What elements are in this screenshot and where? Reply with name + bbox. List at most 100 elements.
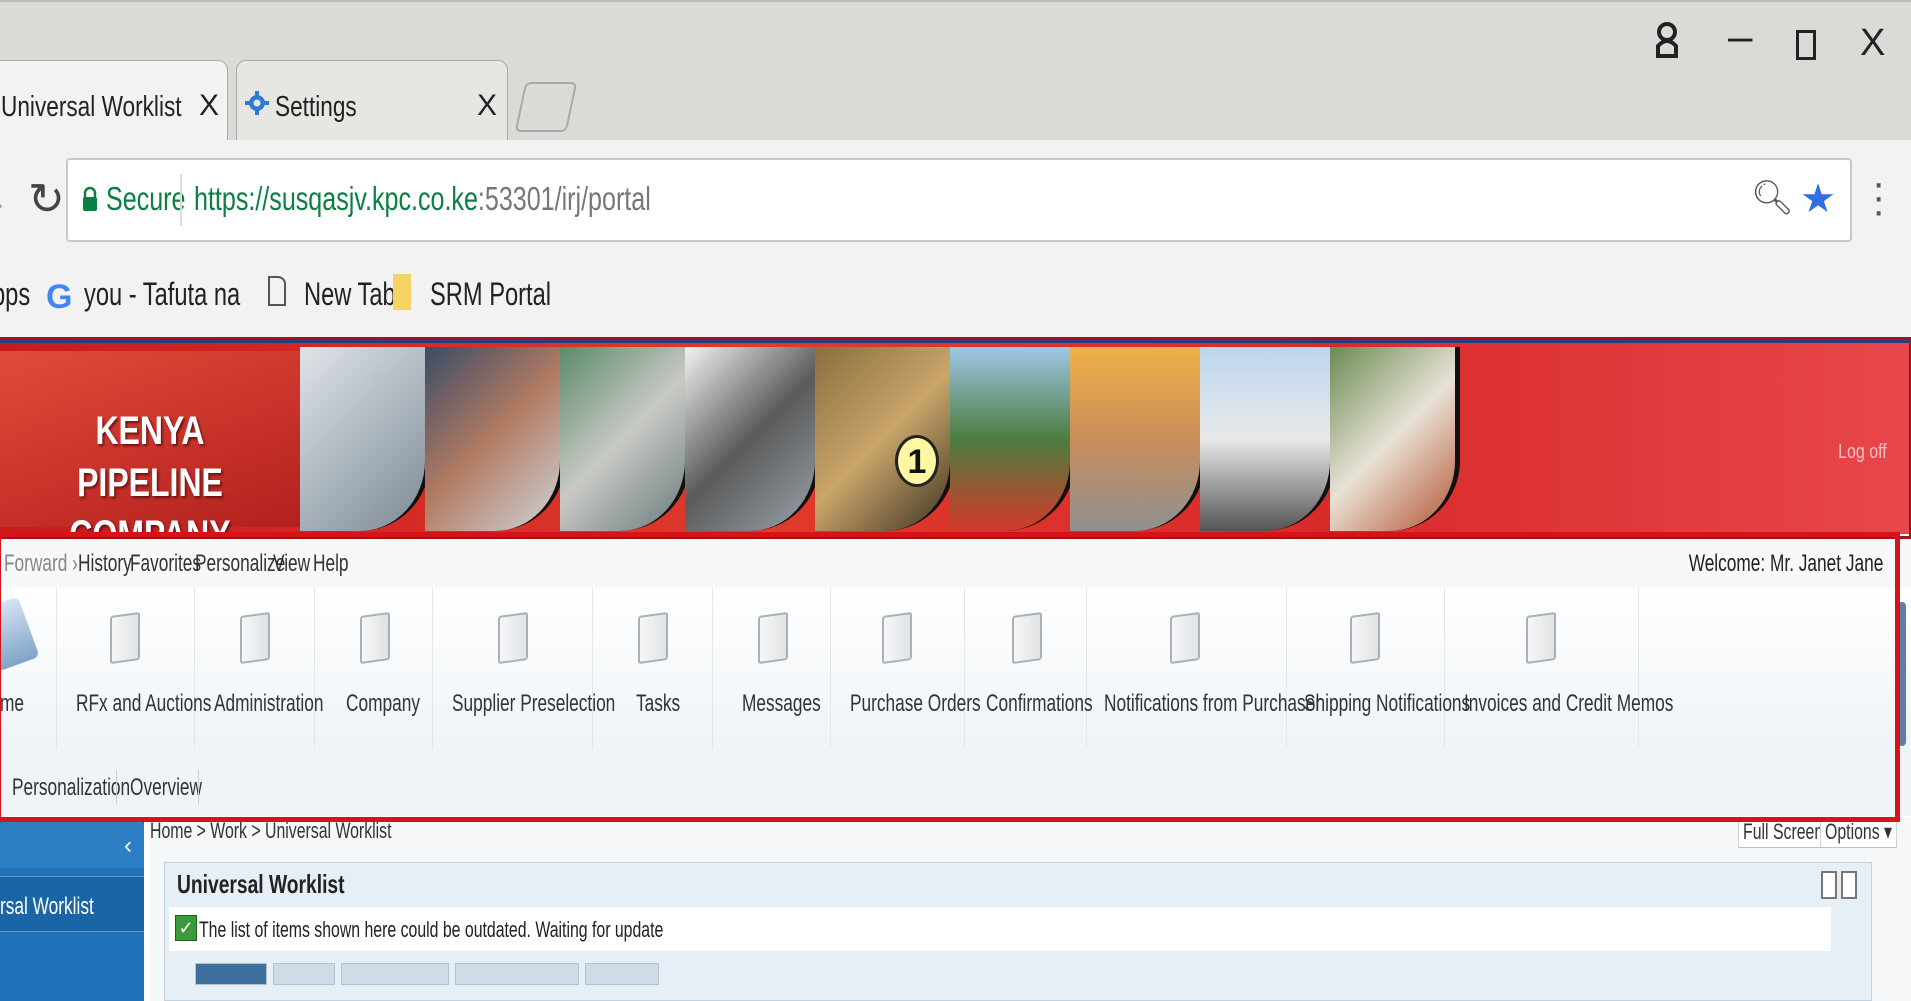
folder-icon: [110, 611, 140, 665]
tab-close-icon[interactable]: X: [199, 89, 219, 123]
bookmarks-bar: pps G you - Tafuta na Goo New Tab SRM Po…: [0, 266, 1911, 340]
nav-item-invoices-and-credit-memos[interactable]: Invoices and Credit Memos: [1444, 588, 1673, 748]
company-logo-area: KENYA PIPELINE COMPANY LTD: [0, 351, 300, 534]
logoff-link[interactable]: Log off: [1838, 441, 1887, 464]
minimize-button[interactable]: –: [1728, 12, 1752, 62]
menu-favorites[interactable]: Favorites: [130, 550, 201, 578]
bookmark-new-tab[interactable]: New Tab: [304, 276, 396, 313]
folder-icon: [1526, 611, 1556, 665]
folder-icon: [1350, 611, 1380, 665]
company-name-line1: KENYA PIPELINE: [77, 409, 223, 505]
folder-icon: [1170, 611, 1200, 665]
bookmark-apps[interactable]: pps: [0, 276, 30, 313]
reload-icon[interactable]: ↻: [28, 174, 65, 225]
worklist-tab[interactable]: [195, 963, 267, 985]
panel-minimize-icon[interactable]: [1841, 871, 1857, 899]
top-level-navigation: me RFx and Auctions Administration Compa…: [0, 588, 1911, 759]
menu-history[interactable]: History: [78, 550, 132, 578]
tab-title: Settings: [275, 91, 357, 123]
breadcrumb[interactable]: Home > Work > Universal Worklist: [150, 818, 391, 844]
tab-settings[interactable]: Settings X: [236, 60, 508, 142]
subnav-divider: [198, 770, 199, 804]
nav-item-label: Invoices and Credit Memos: [1464, 690, 1674, 717]
portal-banner: KENYA PIPELINE COMPANY LTD 1 Log off: [0, 340, 1911, 534]
nav-item-label: Messages: [742, 690, 821, 717]
collapse-arrow-icon[interactable]: ‹: [124, 832, 132, 860]
back-arrow-icon[interactable]: ›: [0, 182, 3, 227]
menu-help[interactable]: Help: [313, 550, 349, 578]
folder-icon: [393, 274, 411, 310]
page-icon: [268, 276, 286, 306]
banner-photo-technician: [425, 347, 565, 531]
nav-item-notifications-from-purchaser[interactable]: Notifications from Purchaser: [1086, 588, 1321, 748]
worklist-tab[interactable]: [341, 963, 449, 985]
url-text[interactable]: https://susqasjv.kpc.co.ke:53301/irj/por…: [194, 180, 651, 218]
folder-icon: [498, 611, 528, 665]
panel-menu-icon[interactable]: [1821, 871, 1837, 899]
nav-item-company[interactable]: Company: [314, 588, 433, 748]
nav-item-rfx-and-auctions[interactable]: RFx and Auctions: [56, 588, 211, 748]
banner-photo-worker: [1330, 347, 1460, 531]
subnav-divider: [116, 770, 117, 804]
user-profile-icon[interactable]: [1656, 22, 1678, 58]
menu-personalize[interactable]: Personalize: [195, 550, 285, 578]
nav-item-tasks[interactable]: Tasks: [592, 588, 713, 748]
company-name: KENYA PIPELINE COMPANY LTD: [46, 405, 254, 534]
callout-marker: 1: [895, 435, 939, 487]
portal-menu-bar: Forward › History Favorites Personalize …: [0, 538, 1911, 588]
browser-toolbar: › ↻ Secure https://susqasjv.kpc.co.ke:53…: [0, 140, 1911, 266]
worklist-tab[interactable]: [273, 963, 335, 985]
nav-item-shipping-notifications[interactable]: Shipping Notifications: [1286, 588, 1470, 748]
universal-worklist-panel: Universal Worklist ✓ The list of items s…: [164, 862, 1872, 1001]
nav-item-purchase-orders[interactable]: Purchase Orders: [830, 588, 981, 748]
url-path: :53301/irj/portal: [477, 180, 651, 217]
options-button[interactable]: Options ▾: [1820, 818, 1898, 848]
menu-forward[interactable]: Forward ›: [4, 550, 78, 578]
folder-icon: [758, 611, 788, 665]
folder-icon: [360, 611, 390, 665]
worklist-tab[interactable]: [455, 963, 579, 985]
url-host: https://susqasjv.kpc.co.ke: [194, 180, 478, 217]
folder-icon: [240, 611, 270, 665]
detail-nav-item-universal-worklist[interactable]: rsal Worklist: [0, 876, 144, 932]
browser-menu-icon[interactable]: · · ·: [1872, 163, 1885, 231]
status-message: ✓ The list of items shown here could be …: [169, 907, 1831, 951]
new-tab-button[interactable]: [514, 82, 578, 132]
nav-item-supplier-preselection[interactable]: Supplier Preselection: [432, 588, 615, 748]
bookmark-star-icon[interactable]: ★: [1800, 176, 1836, 222]
bookmark-google-search[interactable]: you - Tafuta na Goo: [84, 276, 247, 313]
tab-title: Universal Worklist - SAP I: [1, 91, 188, 123]
nav-item-messages[interactable]: Messages: [712, 588, 831, 748]
worklist-tab[interactable]: [585, 963, 659, 985]
nav-item-label: Confirmations: [986, 690, 1093, 717]
zoom-icon[interactable]: 🔍︎: [1751, 178, 1794, 218]
folder-icon: [638, 611, 668, 665]
maximize-button[interactable]: [1796, 30, 1816, 60]
banner-photo-hydrant: [950, 347, 1075, 531]
subnav-overview[interactable]: Overview: [130, 774, 202, 802]
banner-photo-tanker: [1200, 347, 1335, 531]
content-area: Home > Work > Universal Worklist Full Sc…: [150, 818, 1911, 1001]
nav-item-home[interactable]: me: [0, 588, 57, 748]
check-icon: ✓: [175, 915, 197, 941]
subnav-personalization[interactable]: Personalization: [12, 774, 130, 802]
banner-photo-workers: [300, 347, 430, 531]
detail-nav-item-label: rsal Worklist: [0, 893, 94, 920]
nav-item-administration[interactable]: Administration: [194, 588, 323, 748]
menu-view[interactable]: View: [273, 550, 310, 578]
tab-close-icon[interactable]: X: [477, 89, 497, 123]
lock-icon: [83, 186, 97, 211]
second-level-navigation: Personalization Overview: [0, 758, 1911, 816]
close-window-button[interactable]: X: [1860, 22, 1885, 65]
bookmark-srm-portal[interactable]: SRM Portal: [430, 276, 551, 313]
google-icon: G: [46, 278, 73, 316]
banner-photo-engineer: [560, 347, 690, 531]
status-message-text: The list of items shown here could be ou…: [199, 917, 664, 942]
folder-icon: [882, 611, 912, 665]
full-screen-button[interactable]: Full Screen: [1738, 818, 1829, 848]
address-bar[interactable]: Secure https://susqasjv.kpc.co.ke:53301/…: [66, 158, 1852, 242]
tab-universal-worklist[interactable]: Universal Worklist - SAP I X: [0, 60, 228, 142]
nav-item-confirmations[interactable]: Confirmations: [964, 588, 1093, 748]
nav-scroll-handle[interactable]: [1898, 602, 1906, 746]
nav-item-label: RFx and Auctions: [76, 690, 212, 717]
